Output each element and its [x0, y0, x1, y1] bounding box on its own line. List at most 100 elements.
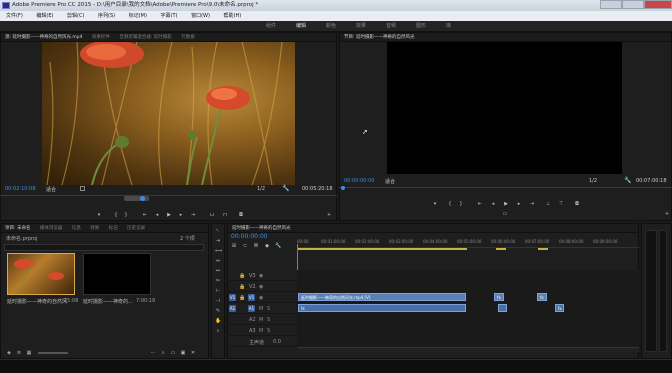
add-marker-icon[interactable]: ◆	[264, 243, 270, 249]
track-solo-icon[interactable]: S	[267, 306, 270, 312]
a1-small-clip-1[interactable]	[498, 304, 507, 312]
rate-stretch-tool-icon[interactable]: ↔	[215, 268, 221, 274]
track-eye-icon[interactable]: ◉	[259, 284, 263, 290]
slip-tool-icon[interactable]: ⊢	[215, 288, 221, 294]
razor-tool-icon[interactable]: ✂	[215, 278, 221, 284]
export-frame-icon[interactable]: ◘	[238, 212, 244, 218]
menu-help[interactable]: 帮助(H)	[224, 13, 242, 19]
project-search-input[interactable]	[4, 244, 204, 251]
extract-icon[interactable]: ⊤	[558, 201, 564, 207]
selection-tool-icon[interactable]: ↖	[215, 228, 221, 234]
source-timecode-current[interactable]: 00:02:10:08	[5, 186, 36, 192]
comparison-view-icon[interactable]: ▭	[502, 211, 508, 217]
pen-tool-icon[interactable]: ✎	[215, 308, 221, 314]
tab-effects[interactable]: 效果	[90, 226, 99, 231]
project-sequence-thumbnail[interactable]	[83, 253, 151, 295]
menu-file[interactable]: 文件(F)	[6, 13, 23, 19]
track-label-a1[interactable]: A1	[248, 305, 255, 312]
program-playhead[interactable]	[341, 186, 345, 190]
program-play-icon[interactable]: ▶	[503, 201, 509, 207]
insert-icon[interactable]: ⊔	[209, 212, 215, 218]
go-to-in-icon[interactable]: ⇤	[142, 212, 148, 218]
mark-in-bracket-icon[interactable]: {	[113, 212, 119, 218]
mark-in-icon[interactable]: ▾	[96, 212, 102, 218]
track-mute-icon[interactable]: M	[259, 306, 263, 312]
track-label-a2[interactable]: A2	[249, 317, 256, 323]
program-time-ruler[interactable]	[339, 187, 672, 188]
program-step-back-icon[interactable]: ◂	[490, 201, 496, 207]
source-add-button-icon[interactable]: +	[326, 212, 332, 218]
clear-icon[interactable]: ✕	[190, 350, 196, 356]
lift-icon[interactable]: ⊥	[545, 201, 551, 207]
master-volume-value[interactable]: 0.0	[273, 339, 281, 345]
slide-tool-icon[interactable]: ⊣	[215, 298, 221, 304]
program-add-button-icon[interactable]: +	[664, 211, 670, 217]
tab-media-browser[interactable]: 媒体浏览器	[40, 226, 63, 231]
menu-title[interactable]: 字幕(T)	[161, 13, 178, 19]
v1-small-clip-1[interactable]: fx	[494, 293, 504, 301]
a1-small-clip-2[interactable]: fx	[555, 304, 564, 312]
program-resolution-select[interactable]: 1/2	[589, 178, 597, 184]
workspace-editing[interactable]: 编辑	[296, 21, 306, 32]
source-time-ruler[interactable]	[0, 195, 337, 196]
tab-effect-controls[interactable]: 效果控件	[92, 35, 110, 40]
track-eye-icon[interactable]: ◉	[259, 273, 263, 279]
track-label-a3[interactable]: A3	[249, 328, 256, 334]
list-view-icon[interactable]: ≡	[16, 350, 22, 356]
track-lock-icon[interactable]: 🔒	[239, 284, 245, 290]
track-solo-icon[interactable]: S	[267, 328, 270, 334]
hand-tool-icon[interactable]: ✋	[215, 318, 221, 324]
program-mark-icon[interactable]: ▾	[432, 201, 438, 207]
tab-metadata[interactable]: 元数据	[181, 35, 195, 40]
workspace-color[interactable]: 颜色	[326, 21, 336, 32]
work-area-bar[interactable]	[297, 248, 467, 250]
thumbnail-size-slider[interactable]	[38, 352, 68, 354]
project-clip-thumbnail[interactable]	[7, 253, 75, 295]
ripple-edit-tool-icon[interactable]: ⟺	[215, 248, 222, 254]
workspace-libraries[interactable]: 库	[446, 21, 451, 32]
source-zoom-scrollbar[interactable]	[124, 196, 149, 201]
workspace-effects[interactable]: 效果	[356, 21, 366, 32]
track-select-tool-icon[interactable]: ⇥	[215, 238, 221, 244]
workspace-graphics[interactable]: 图形	[416, 21, 426, 32]
a1-audio-clip[interactable]: fx	[298, 304, 466, 312]
zoom-tool-icon[interactable]: ⌕	[215, 328, 221, 334]
timeline-ruler[interactable]: 00:00 00:01:00:00 00:02:00:00 00:03:00:0…	[297, 236, 639, 248]
track-mute-icon[interactable]: M	[259, 317, 263, 323]
minimize-button[interactable]	[600, 0, 622, 9]
menu-window[interactable]: 窗口(W)	[191, 13, 210, 19]
maximize-button[interactable]	[622, 0, 644, 9]
find-icon[interactable]: ⌕	[160, 350, 166, 356]
tab-audio-mixer[interactable]: 音频剪辑混合器: 延时摄影	[119, 35, 171, 40]
track-label-v3[interactable]: V3	[249, 273, 256, 279]
tab-sequence[interactable]: 延时摄影——神奇的自然风光	[232, 226, 291, 231]
tab-program[interactable]: 节目: 延时摄影——神奇的自然风光	[344, 35, 414, 40]
tab-project[interactable]: 项目: 未命名	[5, 226, 30, 231]
overwrite-icon[interactable]: ⊓	[222, 212, 228, 218]
source-playhead[interactable]	[140, 196, 145, 201]
menu-edit[interactable]: 编辑(E)	[36, 13, 53, 19]
step-forward-icon[interactable]: ▸	[178, 212, 184, 218]
program-mark-in-icon[interactable]: {	[447, 201, 453, 207]
new-bin-icon[interactable]: ▭	[170, 350, 176, 356]
source-resolution-select[interactable]: 1/2	[257, 186, 265, 192]
timeline-scrollbar[interactable]	[297, 347, 639, 352]
menu-marker[interactable]: 标记(M)	[129, 13, 147, 19]
track-eye-icon[interactable]: ◉	[259, 295, 263, 301]
program-step-forward-icon[interactable]: ▸	[516, 201, 522, 207]
tab-info[interactable]: 信息	[72, 226, 81, 231]
v1-small-clip-2[interactable]: fx	[537, 293, 547, 301]
track-lock-icon[interactable]: 🔒	[239, 273, 245, 279]
lock-icon[interactable]: ◈	[6, 350, 12, 356]
track-solo-icon[interactable]: S	[267, 317, 270, 323]
workspace-audio[interactable]: 音频	[386, 21, 396, 32]
track-label-v1[interactable]: V1	[248, 294, 255, 301]
source-fit-select[interactable]: 适合	[46, 186, 56, 193]
close-button[interactable]	[644, 0, 672, 9]
program-go-to-out-icon[interactable]: ⇥	[529, 201, 535, 207]
timeline-settings-icon[interactable]: 🔧	[275, 243, 281, 249]
new-item-icon[interactable]: ▣	[180, 350, 186, 356]
nest-icon[interactable]: ⊞	[231, 243, 237, 249]
track-label-v2[interactable]: V2	[249, 284, 256, 290]
play-icon[interactable]: ▶	[166, 212, 172, 218]
